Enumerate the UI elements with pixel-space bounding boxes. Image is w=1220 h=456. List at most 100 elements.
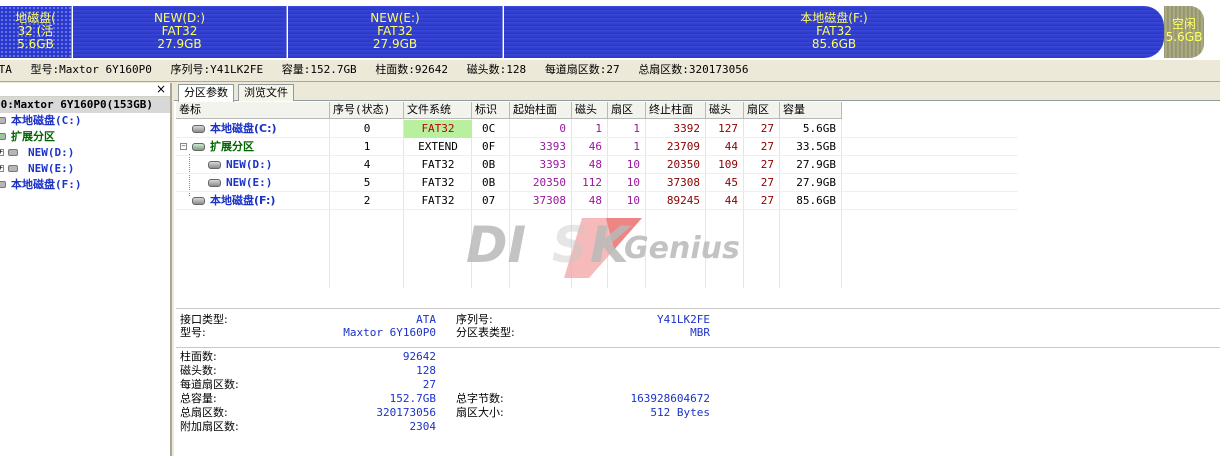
tab-browse-files[interactable]: 浏览文件 (238, 84, 294, 101)
row-label: 本地磁盘(C:) (210, 122, 277, 135)
close-icon[interactable]: × (156, 83, 166, 96)
row-end-cyl: 3392 (673, 122, 701, 135)
detail-total-sectors-value: 320173056 (376, 406, 436, 419)
expand-icon[interactable]: + (0, 149, 4, 156)
partition-segment-free[interactable]: 空闲 5.6GB (1164, 6, 1204, 58)
detail-model-value: Maxtor 6Y160P0 (343, 326, 436, 339)
row-end-sec: 27 (760, 158, 774, 171)
collapse-icon[interactable]: − (180, 143, 187, 150)
details-divider (176, 347, 1220, 348)
partition-segment-e[interactable]: NEW(E:) FAT32 27.9GB (288, 6, 503, 58)
disk-heads: 磁头数:128 (466, 63, 527, 76)
detail-sector-size-value: 512 Bytes (650, 406, 710, 419)
disk-model: 型号:Maxtor 6Y160P0 (30, 63, 152, 76)
row-fs: FAT32 (421, 158, 455, 171)
row-id: 0F (482, 140, 496, 153)
table-row[interactable]: 本地磁盘(F:) 2 FAT32 07 37308 48 10 89245 44… (176, 192, 1018, 210)
row-label: 扩展分区 (210, 140, 254, 153)
row-end-cyl: 20350 (666, 158, 700, 171)
row-start-head: 48 (588, 158, 602, 171)
row-start-sec: 10 (626, 194, 640, 207)
detail-total-bytes-label: 总字节数: (456, 392, 504, 405)
detail-extra-sectors-value: 2304 (409, 420, 437, 433)
partition-segment-c[interactable]: 地磁盘( 32 (活 5.6GB (0, 6, 72, 58)
table-row[interactable]: − 扩展分区 1 EXTEND 0F 3393 46 1 23709 44 27… (176, 138, 1018, 156)
partition-segment-d[interactable]: NEW(D:) FAT32 27.9GB (73, 6, 287, 58)
partition-icon (208, 161, 221, 169)
table-row[interactable]: NEW(E:) 5 FAT32 0B 20350 112 10 37308 45… (176, 174, 1018, 192)
extended-partition-icon (192, 143, 205, 151)
tree-header: × (0, 83, 170, 97)
table-row[interactable]: NEW(D:) 4 FAT32 0B 3393 48 10 20350 109 … (176, 156, 1018, 174)
row-index: 2 (363, 194, 371, 207)
segment-c-size: 5.6GB (17, 37, 54, 51)
col-header-size[interactable]: 容量 (780, 102, 842, 119)
row-id: 0B (482, 158, 496, 171)
row-start-cyl: 37308 (532, 194, 566, 207)
row-size: 5.6GB (802, 122, 836, 135)
row-fs: FAT32 (421, 194, 455, 207)
row-end-head: 127 (718, 122, 738, 135)
row-id: 07 (482, 194, 496, 207)
row-end-head: 44 (724, 194, 738, 207)
col-header-end-cyl[interactable]: 终止柱面 (646, 102, 706, 119)
col-header-start-sec[interactable]: 扇区 (608, 102, 646, 119)
table-row[interactable]: 本地磁盘(C:) 0 FAT32 0C 0 1 1 3392 127 27 5.… (176, 120, 1018, 138)
partition-icon (0, 117, 6, 124)
detail-serial-value: Y41LK2FE (657, 313, 710, 326)
row-index: 4 (363, 158, 371, 171)
row-index: 0 (363, 122, 371, 135)
row-size: 27.9GB (796, 176, 836, 189)
detail-serial-label: 序列号: (456, 313, 493, 326)
row-size: 33.5GB (796, 140, 836, 153)
tree-item-c[interactable]: 本地磁盘(C:) (0, 113, 170, 129)
row-end-cyl: 89245 (666, 194, 700, 207)
tree-item-d[interactable]: + NEW(D:) (0, 145, 170, 161)
row-start-cyl: 0 (559, 122, 566, 135)
expand-icon[interactable]: + (0, 165, 4, 172)
row-start-sec: 10 (626, 158, 640, 171)
row-fs: FAT32 (421, 176, 455, 189)
tree-item-extended[interactable]: 扩展分区 (0, 129, 170, 145)
tree-item-disk[interactable]: D0:Maxtor 6Y160P0(153GB) (0, 97, 170, 113)
partition-table: 卷标 序号(状态) 文件系统 标识 起始柱面 磁头 扇区 终止柱面 磁头 扇区 … (176, 102, 1018, 288)
tree-disk-label: D0:Maxtor 6Y160P0(153GB) (0, 98, 153, 111)
row-fs: FAT32 (404, 120, 472, 138)
detail-interface-label: 接口类型: (180, 313, 228, 326)
row-fs: EXTEND (418, 140, 458, 153)
row-start-cyl: 3393 (539, 140, 567, 153)
row-start-head: 46 (588, 140, 602, 153)
row-start-cyl: 3393 (539, 158, 567, 171)
col-header-index[interactable]: 序号(状态) (330, 102, 404, 119)
detail-extra-sectors-label: 附加扇区数: (180, 420, 239, 433)
detail-spt-value: 27 (422, 378, 436, 391)
col-header-start-cyl[interactable]: 起始柱面 (510, 102, 572, 119)
detail-capacity-value: 152.7GB (389, 392, 436, 405)
row-end-sec: 27 (760, 194, 774, 207)
col-header-end-head[interactable]: 磁头 (706, 102, 744, 119)
detail-sector-size-label: 扇区大小: (456, 406, 504, 419)
tree-item-label: NEW(E:) (28, 162, 75, 175)
partition-segment-f[interactable]: 本地磁盘(F:) FAT32 85.6GB (504, 6, 1164, 58)
col-header-label[interactable]: 卷标 (176, 102, 330, 119)
tree-item-e[interactable]: + NEW(E:) (0, 161, 170, 177)
col-header-id[interactable]: 标识 (472, 102, 510, 119)
disk-tree-panel: × D0:Maxtor 6Y160P0(153GB) 本地磁盘(C:) 扩展分区… (0, 83, 172, 456)
segment-e-size: 27.9GB (372, 37, 418, 51)
row-end-head: 44 (724, 140, 738, 153)
partition-icon (192, 197, 205, 205)
row-end-sec: 27 (760, 176, 774, 189)
detail-model-label: 型号: (180, 326, 206, 339)
tree-item-f[interactable]: 本地磁盘(F:) (0, 177, 170, 193)
tree-item-label: NEW(D:) (28, 146, 75, 159)
tree-item-label: 本地磁盘(F:) (11, 178, 82, 191)
col-header-end-sec[interactable]: 扇区 (744, 102, 780, 119)
partition-icon (192, 125, 205, 133)
row-label: NEW(D:) (226, 158, 273, 171)
detail-total-sectors-label: 总扇区数: (180, 406, 228, 419)
col-header-start-head[interactable]: 磁头 (572, 102, 608, 119)
tab-partition-params[interactable]: 分区参数 (178, 84, 234, 102)
col-header-fs[interactable]: 文件系统 (404, 102, 472, 119)
row-end-sec: 27 (760, 140, 774, 153)
row-start-sec: 1 (633, 140, 640, 153)
